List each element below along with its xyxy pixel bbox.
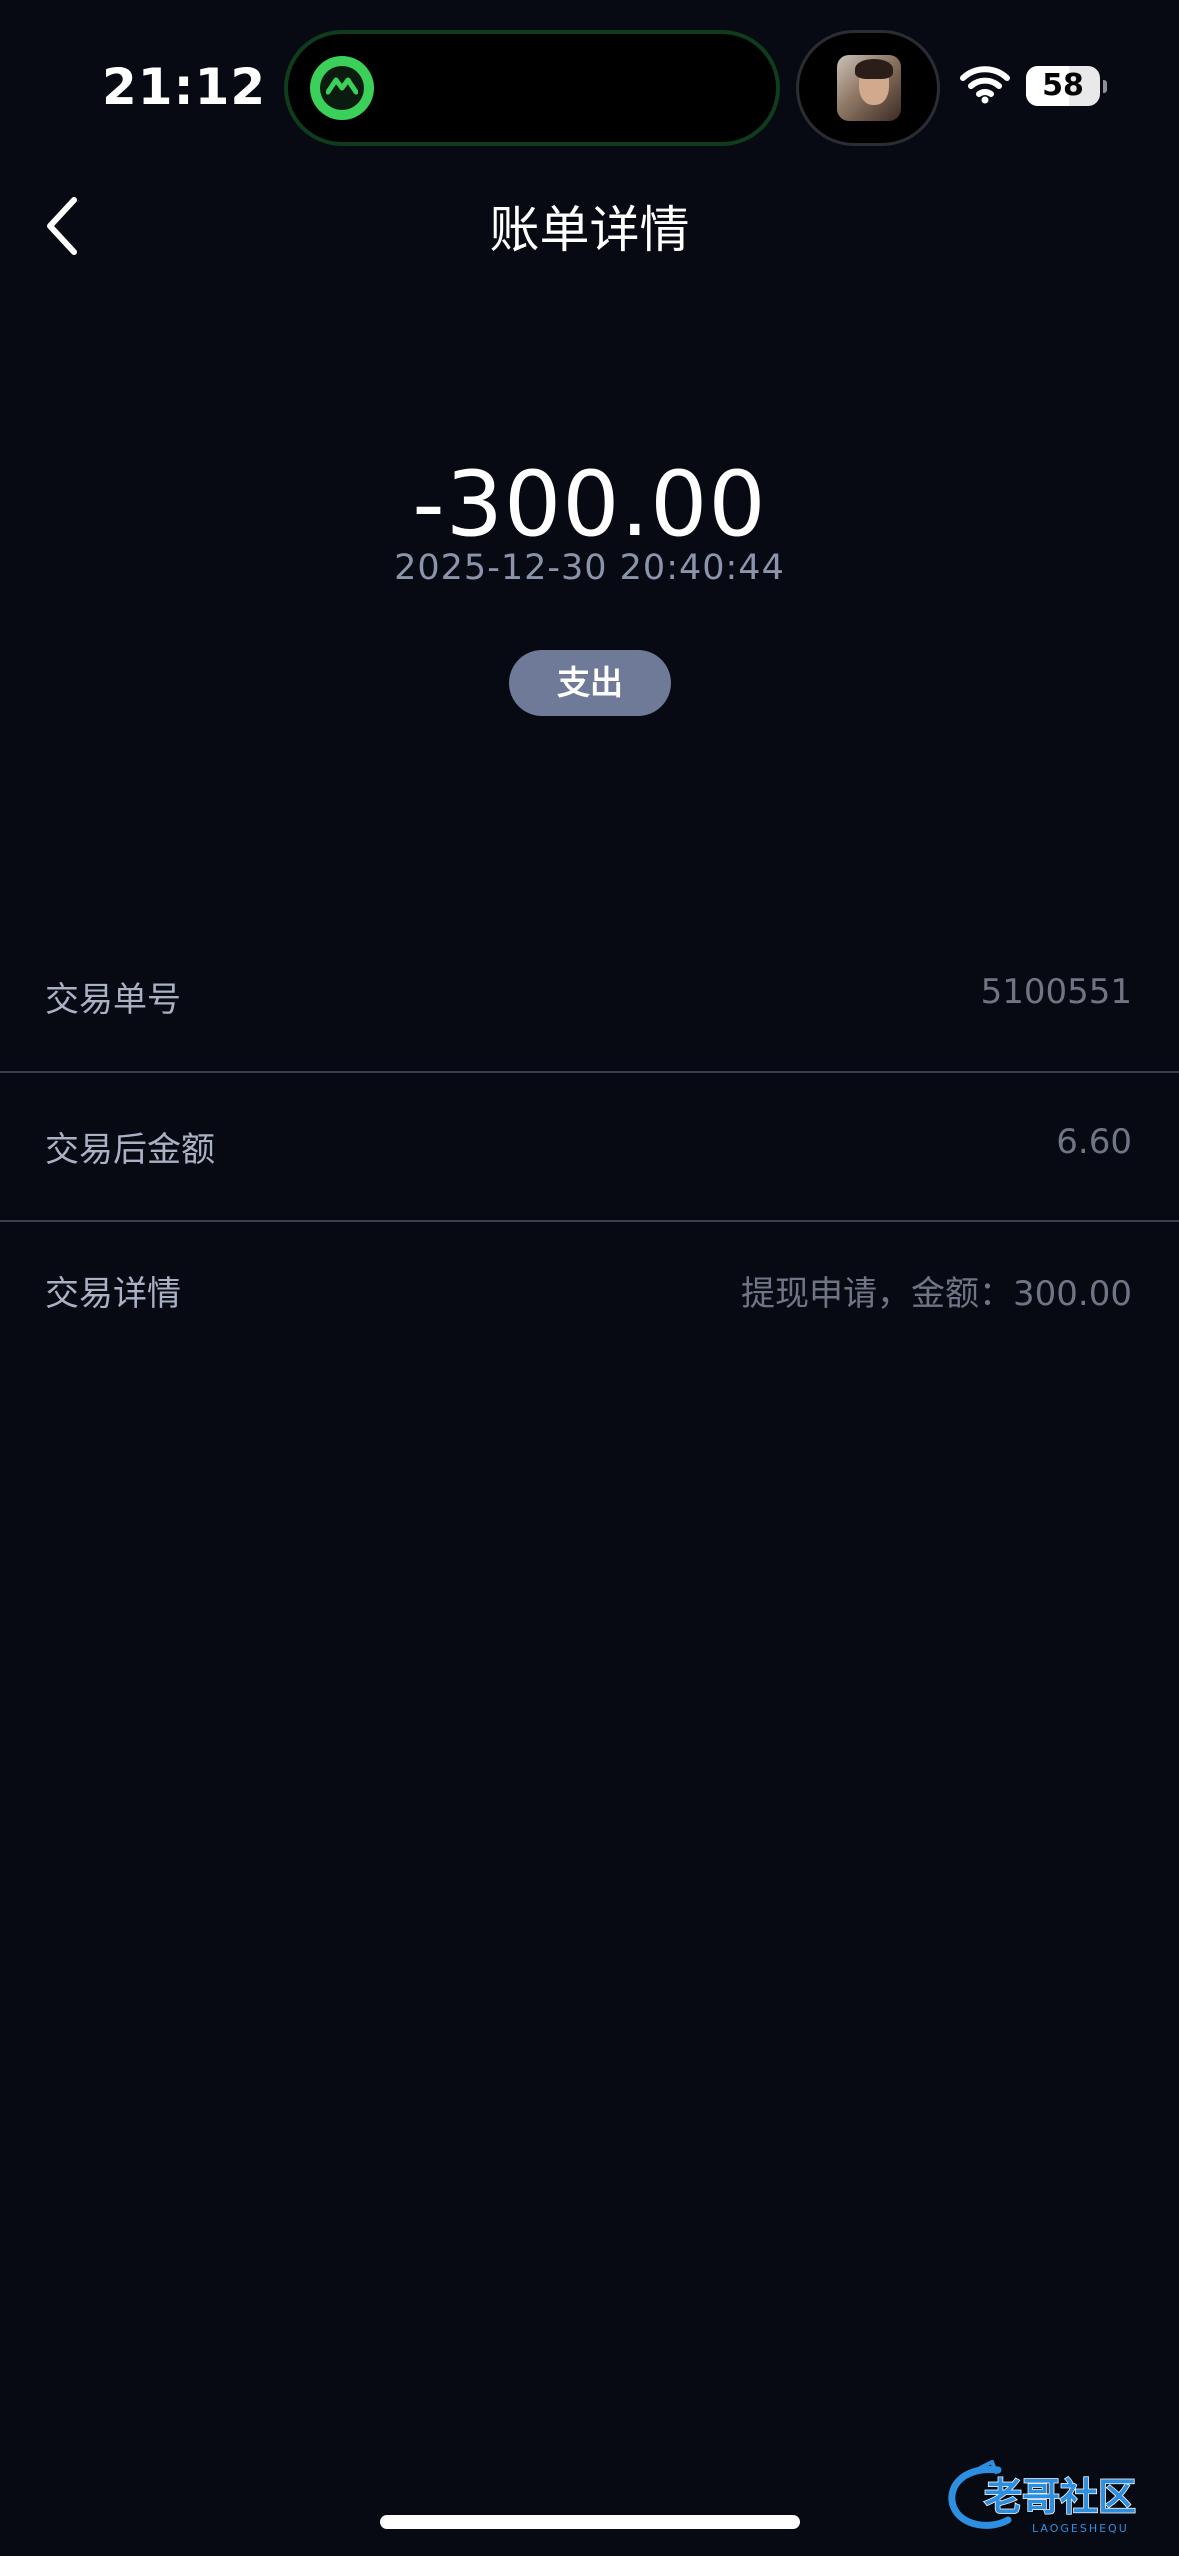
status-time: 21:12 xyxy=(102,58,267,116)
dynamic-island[interactable] xyxy=(284,30,780,146)
battery-percentage: 58 xyxy=(1042,68,1084,103)
detail-value: 5100551 xyxy=(980,972,1132,1012)
wifi-icon xyxy=(960,66,1010,104)
watermark-logo: 老哥社区 LAOGESHEQU xyxy=(948,2460,1137,2535)
divider xyxy=(0,1071,1179,1073)
album-art-thumbnail xyxy=(837,55,901,121)
live-activity-app-icon xyxy=(310,56,374,120)
page-title: 账单详情 xyxy=(489,201,690,259)
home-indicator[interactable] xyxy=(380,2515,800,2529)
transaction-type-badge: 支出 xyxy=(509,650,671,716)
svg-text:LAOGESHEQU: LAOGESHEQU xyxy=(1032,2522,1129,2535)
detail-value: 6.60 xyxy=(1056,1122,1132,1162)
detail-value: 提现申请，金额：300.00 xyxy=(741,1274,1132,1314)
battery-icon: 58 xyxy=(1026,66,1100,106)
battery-cap xyxy=(1103,80,1107,93)
detail-label: 交易单号 xyxy=(45,980,181,1020)
detail-label: 交易详情 xyxy=(45,1274,181,1314)
divider xyxy=(0,1220,1179,1222)
detail-label: 交易后金额 xyxy=(45,1130,215,1170)
transaction-datetime: 2025-12-30 20:40:44 xyxy=(394,548,785,588)
now-playing-island[interactable] xyxy=(796,30,940,146)
svg-text:老哥社区: 老哥社区 xyxy=(984,2475,1136,2519)
transaction-amount: -300.00 xyxy=(412,452,767,557)
